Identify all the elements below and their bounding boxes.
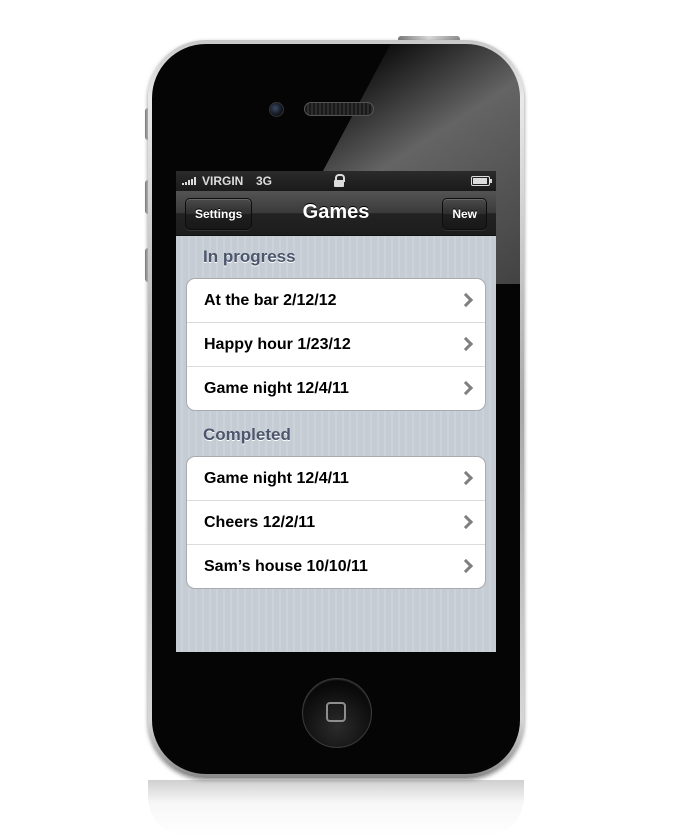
- list-item[interactable]: Game night 12/4/11: [187, 367, 485, 410]
- section-header-in-progress: In progress: [203, 247, 296, 266]
- chevron-right-icon: [458, 292, 474, 308]
- section-header-completed: Completed: [203, 425, 291, 444]
- chevron-right-icon: [458, 514, 474, 530]
- list-item-label: Game night 12/4/11: [204, 470, 349, 487]
- chevron-right-icon: [458, 558, 474, 574]
- home-square-icon: [326, 702, 346, 722]
- phone-body: VIRGIN 3G Settings Games New In progress…: [148, 40, 524, 778]
- phone-reflection: [148, 780, 524, 837]
- front-camera-icon: [269, 102, 284, 117]
- list-item-label: At the bar 2/12/12: [204, 292, 337, 309]
- screen: VIRGIN 3G Settings Games New In progress…: [176, 171, 496, 652]
- in-progress-list: At the bar 2/12/12 Happy hour 1/23/12 Ga…: [186, 278, 486, 411]
- lock-icon: [333, 174, 345, 187]
- phone-face: VIRGIN 3G Settings Games New In progress…: [152, 44, 520, 774]
- network-type: 3G: [256, 174, 273, 188]
- list-item-label: Cheers 12/2/11: [204, 514, 316, 531]
- earpiece-speaker: [304, 102, 374, 116]
- list-item[interactable]: Happy hour 1/23/12: [187, 323, 485, 367]
- signal-icon: [182, 177, 196, 185]
- chevron-right-icon: [458, 380, 474, 396]
- chevron-right-icon: [458, 336, 474, 352]
- home-button-icon[interactable]: [302, 678, 372, 748]
- status-bar: VIRGIN 3G: [176, 171, 496, 191]
- list-item-label: Sam’s house 10/10/11: [204, 558, 368, 575]
- battery-icon: [471, 176, 492, 186]
- chevron-right-icon: [458, 470, 474, 486]
- device-mockup: VIRGIN 3G Settings Games New In progress…: [0, 0, 674, 837]
- carrier-name: VIRGIN: [202, 174, 244, 188]
- list-item[interactable]: Game night 12/4/11: [187, 457, 485, 501]
- completed-list: Game night 12/4/11 Cheers 12/2/11 Sam’s …: [186, 456, 486, 589]
- list-item[interactable]: At the bar 2/12/12: [187, 279, 485, 323]
- list-item-label: Game night 12/4/11: [204, 380, 349, 397]
- new-game-button[interactable]: New: [442, 198, 487, 230]
- list-item-label: Happy hour 1/23/12: [204, 336, 351, 353]
- list-item[interactable]: Cheers 12/2/11: [187, 501, 485, 545]
- navigation-bar: Settings Games New: [176, 191, 496, 236]
- list-item[interactable]: Sam’s house 10/10/11: [187, 545, 485, 588]
